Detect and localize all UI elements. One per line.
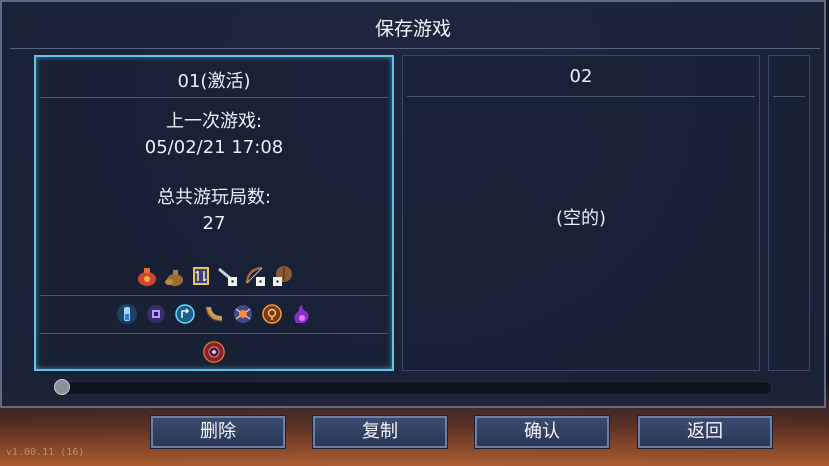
purple-flame-icon: [290, 303, 312, 325]
slot-divider: [40, 97, 388, 98]
slot-divider: [773, 96, 805, 97]
total-runs-value: 27: [202, 213, 226, 234]
unlock-icons-row-1: [36, 265, 392, 287]
slot-divider: [40, 333, 388, 334]
slot-scrollbar-track[interactable]: [54, 381, 772, 395]
last-played-label: 上一次游戏:: [165, 111, 263, 132]
shield-dice-icon: [271, 265, 293, 287]
version-label: v1.00.11 (16): [6, 447, 85, 458]
total-runs-label: 总共游玩局数:: [156, 187, 272, 208]
blue-flask-icon: [116, 303, 138, 325]
spider-orb-icon: [232, 303, 254, 325]
blue-arrow-rune-icon: [174, 303, 196, 325]
purple-rune-icon: [145, 303, 167, 325]
horn-icon: [203, 303, 225, 325]
red-money-bag-icon: [136, 265, 158, 287]
slot-title: 01(激活): [177, 71, 251, 92]
brown-bag-icon: [163, 265, 185, 287]
save-slot-01[interactable]: 01(激活) 上一次游戏: 05/02/21 17:08 总共游玩局数: 27: [34, 55, 394, 371]
dialog-title: 保存游戏: [374, 18, 451, 40]
orange-rune-icon: [261, 303, 283, 325]
slot-divider: [407, 96, 755, 97]
slot-title: 02: [569, 66, 593, 87]
back-button[interactable]: 返回: [637, 415, 773, 449]
slot-scrollbar-thumb[interactable]: [54, 379, 70, 395]
empty-slot-label: (空的): [555, 208, 607, 229]
delete-button[interactable]: 删除: [150, 415, 286, 449]
unlock-icons-row-3: [36, 341, 392, 363]
save-slot-03[interactable]: [768, 55, 810, 371]
unlock-icons-row-2: [36, 303, 392, 325]
slot-divider: [40, 295, 388, 296]
save-game-dialog: 保存游戏 01(激活) 上一次游戏: 05/02/21 17:08 总共游玩局数…: [0, 0, 826, 408]
confirm-button[interactable]: 确认: [474, 415, 610, 449]
copy-button[interactable]: 复制: [312, 415, 448, 449]
bow-dice-icon: [244, 265, 266, 287]
sword-dice-icon: [217, 265, 239, 287]
red-eye-amulet-icon: [203, 341, 225, 363]
last-played-value: 05/02/21 17:08: [144, 137, 284, 158]
title-divider: [10, 48, 820, 49]
save-slot-02[interactable]: 02 (空的): [402, 55, 760, 371]
swap-scroll-icon: [190, 265, 212, 287]
